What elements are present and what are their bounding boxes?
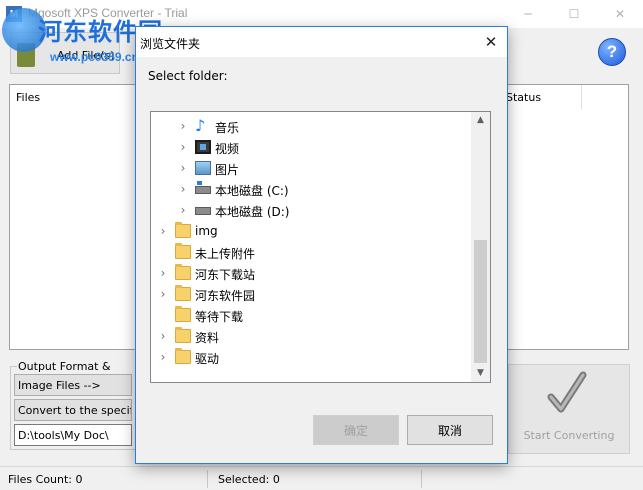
folder-icon bbox=[175, 306, 191, 322]
tree-item[interactable]: › img bbox=[151, 221, 473, 242]
app-icon: M bbox=[6, 6, 22, 22]
tree-item-label: 视频 bbox=[215, 142, 240, 156]
folder-icon bbox=[175, 222, 191, 238]
output-format-select[interactable]: Image Files --> bbox=[14, 374, 132, 396]
help-button[interactable]: ? bbox=[598, 38, 626, 66]
tree-item-label: 图片 bbox=[215, 163, 240, 177]
tree-item-label: 资料 bbox=[195, 331, 220, 345]
column-header-files[interactable]: Files bbox=[16, 91, 40, 104]
tree-item[interactable]: › 图片 bbox=[151, 158, 473, 179]
chevron-right-icon[interactable]: › bbox=[177, 119, 189, 133]
ok-button[interactable]: 确定 bbox=[313, 415, 399, 445]
scroll-up-icon[interactable]: ▲ bbox=[471, 112, 490, 129]
files-count: Files Count: 0 bbox=[8, 473, 83, 486]
output-path-field[interactable]: D:\tools\My Doc\ bbox=[14, 424, 132, 446]
cancel-button[interactable]: 取消 bbox=[407, 415, 493, 445]
selected-count: Selected: 0 bbox=[218, 473, 280, 486]
tree-item-label: 驱动 bbox=[195, 352, 220, 366]
dialog-close-button[interactable]: ✕ bbox=[475, 27, 507, 57]
folder-icon bbox=[175, 348, 191, 364]
window-title: Mgosoft XPS Converter - Trial bbox=[28, 6, 188, 20]
close-button[interactable]: ✕ bbox=[597, 0, 643, 28]
chevron-right-icon[interactable]: › bbox=[157, 266, 169, 280]
tree-item-label: 本地磁盘 (D:) bbox=[215, 205, 290, 219]
video-icon bbox=[195, 140, 211, 154]
chevron-right-icon[interactable]: › bbox=[157, 350, 169, 364]
main-titlebar: M Mgosoft XPS Converter - Trial ─ ☐ ✕ bbox=[0, 0, 643, 28]
drive-c-icon bbox=[195, 181, 211, 194]
tree-item-label: 河东软件园 bbox=[195, 289, 256, 303]
output-folder-option[interactable]: Convert to the specified folder bbox=[14, 399, 132, 421]
statusbar: Files Count: 0 Selected: 0 bbox=[0, 466, 643, 490]
tree-item-label: 未上传附件 bbox=[195, 247, 256, 261]
minimize-button[interactable]: ─ bbox=[505, 0, 551, 28]
tree-item[interactable]: › 资料 bbox=[151, 326, 473, 347]
drive-d-icon bbox=[195, 207, 211, 215]
tree-item-label: img bbox=[195, 224, 218, 238]
folder-icon bbox=[175, 243, 191, 259]
tree-item-label: 河东下载站 bbox=[195, 268, 256, 282]
music-icon: ♪ bbox=[195, 116, 206, 135]
tree-item[interactable]: › 本地磁盘 (C:) bbox=[151, 179, 473, 200]
dialog-prompt: Select folder: bbox=[148, 69, 228, 83]
scroll-down-icon[interactable]: ▼ bbox=[471, 365, 490, 382]
folder-tree[interactable]: › ♪ 音乐 › 视频 › 图片 › 本地磁盘 (C:) › 本地磁盘 (D:) › img 未上传附件 ›… bbox=[150, 111, 491, 383]
statusbar-divider bbox=[207, 470, 208, 488]
start-converting-label: Start Converting bbox=[523, 429, 615, 442]
tree-item-label: 等待下载 bbox=[195, 310, 244, 324]
tree-scrollbar[interactable]: ▲ ▼ bbox=[471, 112, 490, 382]
maximize-button[interactable]: ☐ bbox=[551, 0, 597, 28]
chevron-right-icon[interactable]: › bbox=[177, 203, 189, 217]
chevron-right-icon[interactable]: › bbox=[157, 287, 169, 301]
tree-item[interactable]: › 河东软件园 bbox=[151, 284, 473, 305]
scroll-thumb[interactable] bbox=[474, 240, 487, 363]
tree-item[interactable]: › 驱动 bbox=[151, 347, 473, 368]
chevron-right-icon[interactable]: › bbox=[157, 329, 169, 343]
dialog-title: 浏览文件夹 bbox=[140, 37, 201, 51]
checkmark-icon bbox=[547, 371, 587, 413]
chevron-right-icon[interactable]: › bbox=[177, 140, 189, 154]
tree-item[interactable]: › 视频 bbox=[151, 137, 473, 158]
chevron-right-icon[interactable]: › bbox=[157, 224, 169, 238]
chevron-right-icon[interactable]: › bbox=[177, 161, 189, 175]
add-files-label: Add File(s) bbox=[57, 49, 115, 62]
tree-item-label: 本地磁盘 (C:) bbox=[215, 184, 289, 198]
chevron-right-icon[interactable]: › bbox=[177, 182, 189, 196]
tree-item[interactable]: 未上传附件 bbox=[151, 242, 473, 263]
folder-icon bbox=[175, 285, 191, 301]
tree-item-label: 音乐 bbox=[215, 121, 240, 135]
folder-icon bbox=[175, 264, 191, 280]
add-files-icon bbox=[17, 43, 35, 67]
tree-item[interactable]: › ♪ 音乐 bbox=[151, 116, 473, 137]
statusbar-divider bbox=[421, 470, 422, 488]
window-controls: ─ ☐ ✕ bbox=[505, 0, 643, 28]
folder-icon bbox=[175, 327, 191, 343]
add-files-button[interactable]: Add File(s) bbox=[10, 32, 120, 74]
tree-item[interactable]: › 本地磁盘 (D:) bbox=[151, 200, 473, 221]
tree-item[interactable]: 等待下载 bbox=[151, 305, 473, 326]
start-converting-button[interactable]: Start Converting bbox=[508, 364, 630, 454]
dialog-titlebar[interactable]: 浏览文件夹 ✕ bbox=[136, 27, 507, 57]
picture-icon bbox=[195, 161, 211, 175]
browse-folder-dialog: 浏览文件夹 ✕ Select folder: › ♪ 音乐 › 视频 › 图片 › 本地磁盘 (… bbox=[135, 26, 508, 464]
tree-item[interactable]: › 河东下载站 bbox=[151, 263, 473, 284]
column-divider[interactable] bbox=[581, 85, 582, 109]
column-header-status[interactable]: Status bbox=[506, 91, 541, 104]
